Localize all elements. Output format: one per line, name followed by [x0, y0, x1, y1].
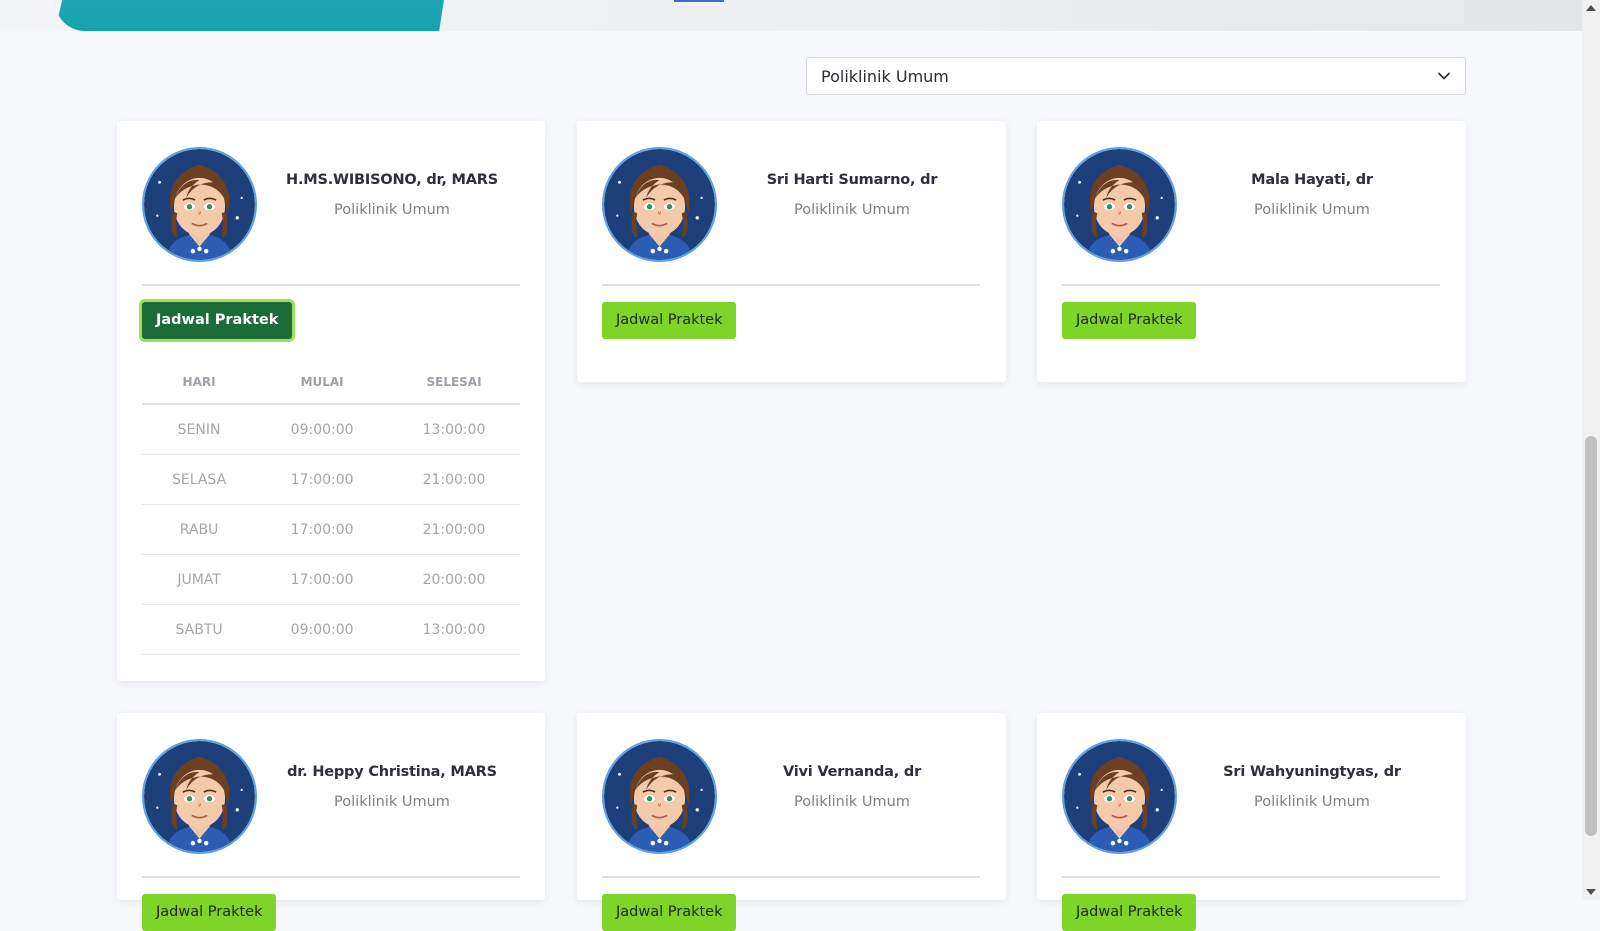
- schedule-start: 09:00:00: [256, 604, 389, 655]
- doctor-name: Mala Hayati, dr: [1251, 172, 1373, 188]
- doctor-avatar: [602, 739, 717, 854]
- doctor-poliklinik: Poliklinik Umum: [794, 202, 910, 218]
- doctor-avatar-icon: [1064, 149, 1175, 260]
- schedule-start: 17:00:00: [256, 554, 389, 605]
- doctor-avatar: [142, 739, 257, 854]
- doctor-card: H.MS.WIBISONO, dr, MARS Poliklinik Umum …: [117, 121, 545, 681]
- card-divider: [1062, 284, 1440, 286]
- doctor-avatar: [142, 147, 257, 262]
- schedule-day: SELASA: [142, 454, 257, 505]
- doctor-card: Vivi Vernanda, dr Poliklinik Umum Jadwal…: [577, 713, 1006, 931]
- doctor-poliklinik: Poliklinik Umum: [334, 794, 450, 810]
- schedule-day: SABTU: [142, 604, 257, 655]
- doctor-name: Sri Harti Sumarno, dr: [766, 172, 938, 188]
- doctor-name: dr. Heppy Christina, MARS: [287, 764, 497, 780]
- scroll-down-arrow-icon[interactable]: [1586, 889, 1596, 895]
- schedule-day: SENIN: [142, 404, 257, 455]
- doctor-card: Mala Hayati, dr Poliklinik Umum Jadwal P…: [1037, 121, 1466, 382]
- vertical-scrollbar[interactable]: [1582, 0, 1600, 900]
- schedule-start: 17:00:00: [256, 504, 389, 555]
- scrollbar-thumb[interactable]: [1585, 436, 1597, 836]
- table-row: JUMAT 17:00:00 20:00:00: [142, 554, 520, 605]
- jadwal-praktek-button[interactable]: Jadwal Praktek: [142, 302, 293, 339]
- doctor-avatar: [602, 147, 717, 262]
- banner-link-underline: [674, 0, 724, 2]
- doctor-name: H.MS.WIBISONO, dr, MARS: [286, 172, 498, 188]
- schedule-day: RABU: [142, 504, 257, 555]
- card-divider: [602, 876, 980, 878]
- doctor-card: dr. Heppy Christina, MARS Poliklinik Umu…: [117, 713, 545, 931]
- doctor-card: Sri Harti Sumarno, dr Poliklinik Umum Ja…: [577, 121, 1006, 382]
- schedule-end: 21:00:00: [388, 504, 520, 555]
- doctor-avatar-icon: [144, 149, 255, 260]
- doctor-avatar: [1062, 739, 1177, 854]
- top-banner: [0, 0, 1582, 31]
- doctor-name: Sri Wahyuningtyas, dr: [1223, 764, 1401, 780]
- schedule-header-end: SELESAI: [388, 361, 520, 405]
- banner-image: [55, 0, 447, 31]
- doctor-poliklinik: Poliklinik Umum: [794, 794, 910, 810]
- schedule-day: JUMAT: [142, 554, 257, 605]
- schedule-end: 13:00:00: [388, 404, 520, 455]
- card-divider: [142, 284, 520, 286]
- doctor-avatar-icon: [604, 149, 715, 260]
- doctor-poliklinik: Poliklinik Umum: [334, 202, 450, 218]
- card-divider: [1062, 876, 1440, 878]
- schedule-start: 09:00:00: [256, 404, 389, 455]
- jadwal-praktek-button[interactable]: Jadwal Praktek: [602, 302, 737, 339]
- doctor-avatar: [1062, 147, 1177, 262]
- poliklinik-select[interactable]: Poliklinik Umum: [806, 57, 1466, 95]
- table-row: SELASA 17:00:00 21:00:00: [142, 454, 520, 505]
- chevron-down-icon: [1438, 72, 1450, 80]
- table-row: SENIN 09:00:00 13:00:00: [142, 404, 520, 455]
- doctor-avatar-icon: [604, 741, 715, 852]
- poliklinik-select-value: Poliklinik Umum: [821, 66, 949, 86]
- schedule-header-start: MULAI: [256, 361, 389, 405]
- schedule-end: 21:00:00: [388, 454, 520, 505]
- scroll-up-arrow-icon[interactable]: [1586, 5, 1596, 11]
- table-row: RABU 17:00:00 21:00:00: [142, 504, 520, 555]
- doctor-poliklinik: Poliklinik Umum: [1254, 794, 1370, 810]
- schedule-header-day: HARI: [142, 361, 257, 405]
- doctor-avatar-icon: [1064, 741, 1175, 852]
- schedule-table: HARI MULAI SELESAI SENIN 09:00:00 13:00:…: [142, 361, 520, 655]
- schedule-start: 17:00:00: [256, 454, 389, 505]
- doctor-card: Sri Wahyuningtyas, dr Poliklinik Umum Ja…: [1037, 713, 1466, 931]
- doctor-avatar-icon: [144, 741, 255, 852]
- doctor-poliklinik: Poliklinik Umum: [1254, 202, 1370, 218]
- jadwal-praktek-button[interactable]: Jadwal Praktek: [1062, 302, 1197, 339]
- schedule-end: 13:00:00: [388, 604, 520, 655]
- doctor-name: Vivi Vernanda, dr: [782, 764, 922, 780]
- table-row: SABTU 09:00:00 13:00:00: [142, 604, 520, 655]
- card-divider: [142, 876, 520, 878]
- schedule-end: 20:00:00: [388, 554, 520, 605]
- card-divider: [602, 284, 980, 286]
